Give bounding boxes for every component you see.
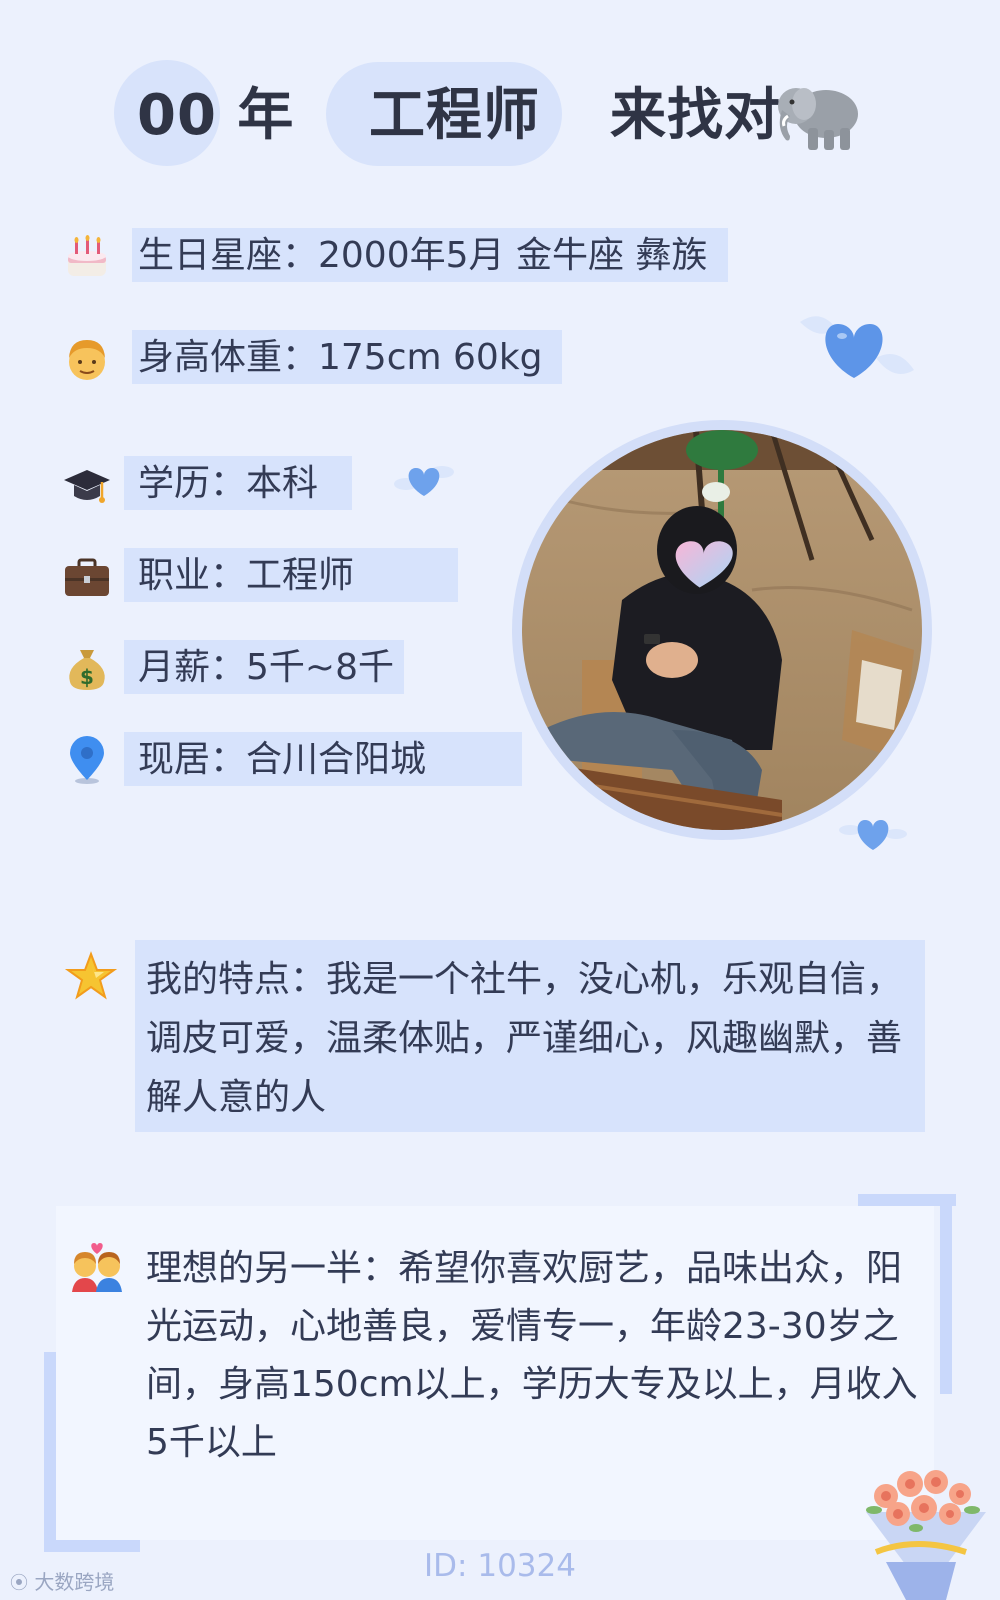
- watermark-text: 大数跨境: [34, 1570, 115, 1594]
- header-tagline: 来找对: [610, 83, 781, 148]
- location-pin-icon: [70, 736, 104, 784]
- corner-decoration: [44, 1352, 56, 1552]
- star-icon: [64, 951, 118, 1000]
- corner-decoration: [940, 1194, 952, 1394]
- info-occupation-text: 职业：工程师: [138, 555, 355, 596]
- info-education-text: 学历：本科: [138, 463, 319, 504]
- info-birthday-text: 生日星座：2000年5月 金牛座 彝族: [138, 235, 708, 276]
- ideal-partner-text: 理想的另一半：希望你喜欢厨艺，品味出众，阳光运动，心地善良，爱情专一，年龄23-…: [146, 1248, 918, 1463]
- info-row-birthday: 生日星座：2000年5月 金牛座 彝族: [62, 228, 728, 284]
- svg-text:$: $: [80, 665, 94, 689]
- heart-icon: [394, 466, 454, 496]
- features-text: 我的特点：我是一个社牛，没心机，乐观自信，调皮可爱，温柔体贴，严谨细心，风趣幽默…: [146, 959, 903, 1118]
- elephant-icon: [778, 88, 858, 150]
- man-face-icon: [69, 340, 105, 380]
- info-row-occupation: 职业：工程师: [62, 548, 462, 604]
- graduation-cap-icon: [64, 470, 110, 503]
- info-row-residence: 现居：合川合阳城: [62, 732, 542, 788]
- profile-photo: [522, 430, 922, 830]
- info-salary-text: 月薪：5千~8千: [138, 647, 394, 688]
- briefcase-icon: [65, 558, 109, 596]
- heart-icon: [839, 820, 907, 850]
- info-row-education: 学历：本科: [62, 456, 362, 512]
- heart-icon: [800, 316, 914, 378]
- info-height-weight-text: 身高体重：175cm 60kg: [138, 337, 543, 378]
- header-job: 工程师: [369, 83, 540, 148]
- watermark-logo-icon: ⦿: [10, 1573, 28, 1594]
- profile-id: ID: 10324: [424, 1548, 576, 1584]
- info-row-salary: $ 月薪：5千~8千: [62, 640, 422, 696]
- watermark: ⦿ 大数跨境: [10, 1566, 114, 1595]
- profile-page: 00 年 工程师 来找对 生日星座：2000年5月 金牛座 彝族 身高体重：17…: [0, 0, 1000, 1600]
- money-bag-icon: $: [69, 650, 105, 690]
- birthday-cake-icon: [68, 235, 106, 276]
- couple-with-heart-icon: [72, 1243, 122, 1292]
- info-residence-text: 现居：合川合阳城: [138, 739, 427, 780]
- info-row-height-weight: 身高体重：175cm 60kg: [62, 330, 572, 386]
- header-year: 00 年: [137, 83, 295, 148]
